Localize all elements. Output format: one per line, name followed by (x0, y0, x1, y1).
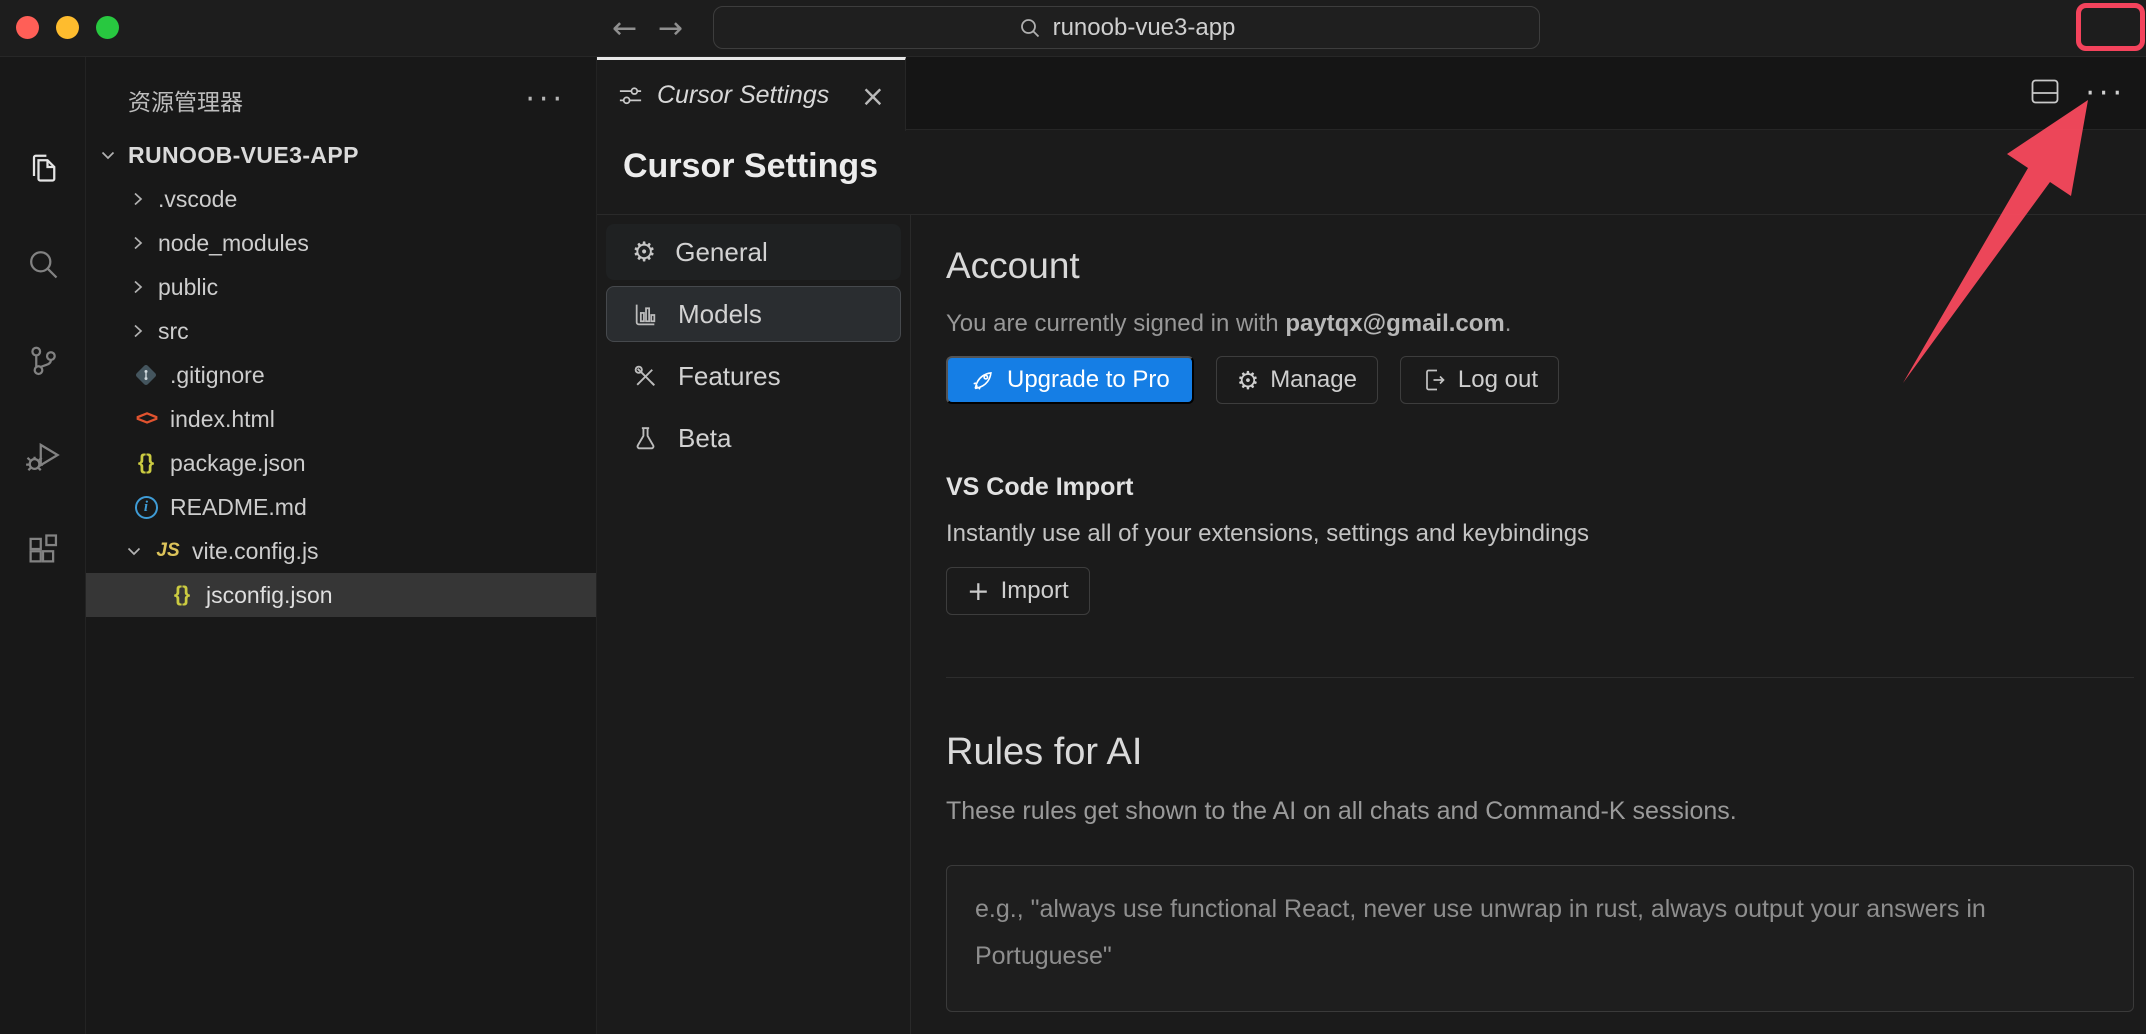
file-tree: RUNOOB-VUE3-APP .vscode node_modules pub… (86, 133, 596, 617)
js-file-icon: JS (154, 540, 182, 562)
gear-icon: ⚙ (632, 237, 656, 268)
log-out-button[interactable]: Log out (1400, 356, 1559, 404)
minimize-window-button[interactable] (56, 16, 79, 39)
tab-close-icon[interactable]: × (861, 79, 885, 113)
explorer-title: 资源管理器 (128, 83, 243, 117)
log-out-icon (1421, 367, 1447, 393)
nav-item-models[interactable]: Models (606, 286, 901, 342)
nav-item-general[interactable]: ⚙ General (606, 224, 901, 280)
settings-page-title: Cursor Settings (623, 147, 878, 186)
search-value: runoob-vue3-app (1053, 14, 1236, 42)
split-editor-icon[interactable] (2031, 79, 2059, 109)
explorer-header: 资源管理器 ··· (128, 83, 566, 117)
tree-item-vscode[interactable]: .vscode (86, 177, 596, 221)
tree-root[interactable]: RUNOOB-VUE3-APP (86, 133, 596, 177)
plus-icon: + (967, 576, 990, 607)
editor-actions: ··· (2031, 57, 2126, 130)
tree-item-jsconfig-selected[interactable]: {} jsconfig.json (86, 573, 596, 617)
import-button[interactable]: + Import (946, 567, 1090, 615)
tools-icon (632, 363, 659, 390)
zoom-window-button[interactable] (96, 16, 119, 39)
tab-bar: Cursor Settings × ··· (597, 57, 2146, 130)
upgrade-to-pro-button[interactable]: Upgrade to Pro (946, 356, 1194, 404)
run-debug-icon[interactable] (0, 427, 86, 483)
more-actions-icon[interactable]: ··· (2085, 76, 2126, 111)
signed-in-text: You are currently signed in with paytqx@… (946, 310, 1511, 338)
extensions-icon[interactable] (0, 521, 86, 577)
history-back-icon[interactable]: ← (612, 0, 637, 57)
vscode-import-title: VS Code Import (946, 473, 1134, 502)
rocket-icon (970, 367, 996, 393)
tree-item-index-html[interactable]: <> index.html (86, 397, 596, 441)
rules-section-title: Rules for AI (946, 731, 1142, 774)
command-center-search[interactable]: runoob-vue3-app (713, 6, 1540, 49)
manage-button[interactable]: ⚙ Manage (1216, 356, 1378, 404)
search-view-icon[interactable] (0, 236, 86, 292)
annotation-highlight-box (2076, 3, 2145, 51)
account-section-title: Account (946, 245, 1080, 287)
source-control-icon[interactable] (0, 332, 86, 388)
explorer-more-actions-icon[interactable]: ··· (525, 90, 566, 110)
bar-chart-icon (632, 301, 659, 328)
tree-item-src[interactable]: src (86, 309, 596, 353)
json-file-icon: {} (132, 451, 160, 475)
tree-item-vite-config[interactable]: JS vite.config.js (86, 529, 596, 573)
chevron-right-icon (128, 233, 148, 253)
tab-cursor-settings[interactable]: Cursor Settings × (597, 57, 906, 131)
tree-item-public[interactable]: public (86, 265, 596, 309)
account-email: paytqx@gmail.com (1285, 310, 1504, 337)
nav-item-features[interactable]: Features (606, 348, 901, 404)
info-file-icon: i (132, 496, 160, 519)
vscode-import-description: Instantly use all of your extensions, se… (946, 520, 1589, 548)
json-file-icon: {} (168, 583, 196, 607)
chevron-right-icon (128, 277, 148, 297)
close-window-button[interactable] (16, 16, 39, 39)
chevron-down-icon (98, 145, 118, 165)
chevron-right-icon (128, 321, 148, 341)
tree-item-readme[interactable]: i README.md (86, 485, 596, 529)
search-icon (1018, 16, 1042, 40)
explorer-icon[interactable] (0, 139, 86, 195)
git-file-icon (132, 362, 160, 388)
tree-item-node-modules[interactable]: node_modules (86, 221, 596, 265)
activity-bar (0, 57, 86, 1034)
editor-area: Cursor Settings × ··· Cursor Settings ⚙ … (597, 57, 2146, 1034)
tab-label: Cursor Settings (657, 81, 848, 110)
chevron-right-icon (128, 189, 148, 209)
account-buttons: Upgrade to Pro ⚙ Manage Log out (946, 356, 1559, 404)
tree-item-gitignore[interactable]: .gitignore (86, 353, 596, 397)
rules-description: These rules get shown to the AI on all c… (946, 797, 1737, 826)
chevron-down-icon (124, 541, 144, 561)
gear-icon: ⚙ (1237, 366, 1259, 395)
nav-content-divider (910, 215, 911, 1034)
tree-item-package-json[interactable]: {} package.json (86, 441, 596, 485)
html-file-icon: <> (132, 407, 160, 431)
explorer-sidebar: 资源管理器 ··· RUNOOB-VUE3-APP .vscode node_m… (86, 57, 597, 1034)
settings-nav: ⚙ General Models Features Beta (606, 224, 901, 472)
rules-for-ai-input[interactable] (946, 865, 2134, 1012)
app-window: ← → runoob-vue3-app ⚙ (0, 0, 2146, 1034)
settings-content: Account You are currently signed in with… (946, 215, 2134, 1034)
sliders-icon (617, 82, 644, 109)
nav-item-beta[interactable]: Beta (606, 410, 901, 466)
flask-icon (632, 425, 659, 452)
history-forward-icon[interactable]: → (658, 0, 683, 57)
titlebar: ← → runoob-vue3-app ⚙ (0, 0, 2146, 57)
section-divider (946, 677, 2134, 678)
